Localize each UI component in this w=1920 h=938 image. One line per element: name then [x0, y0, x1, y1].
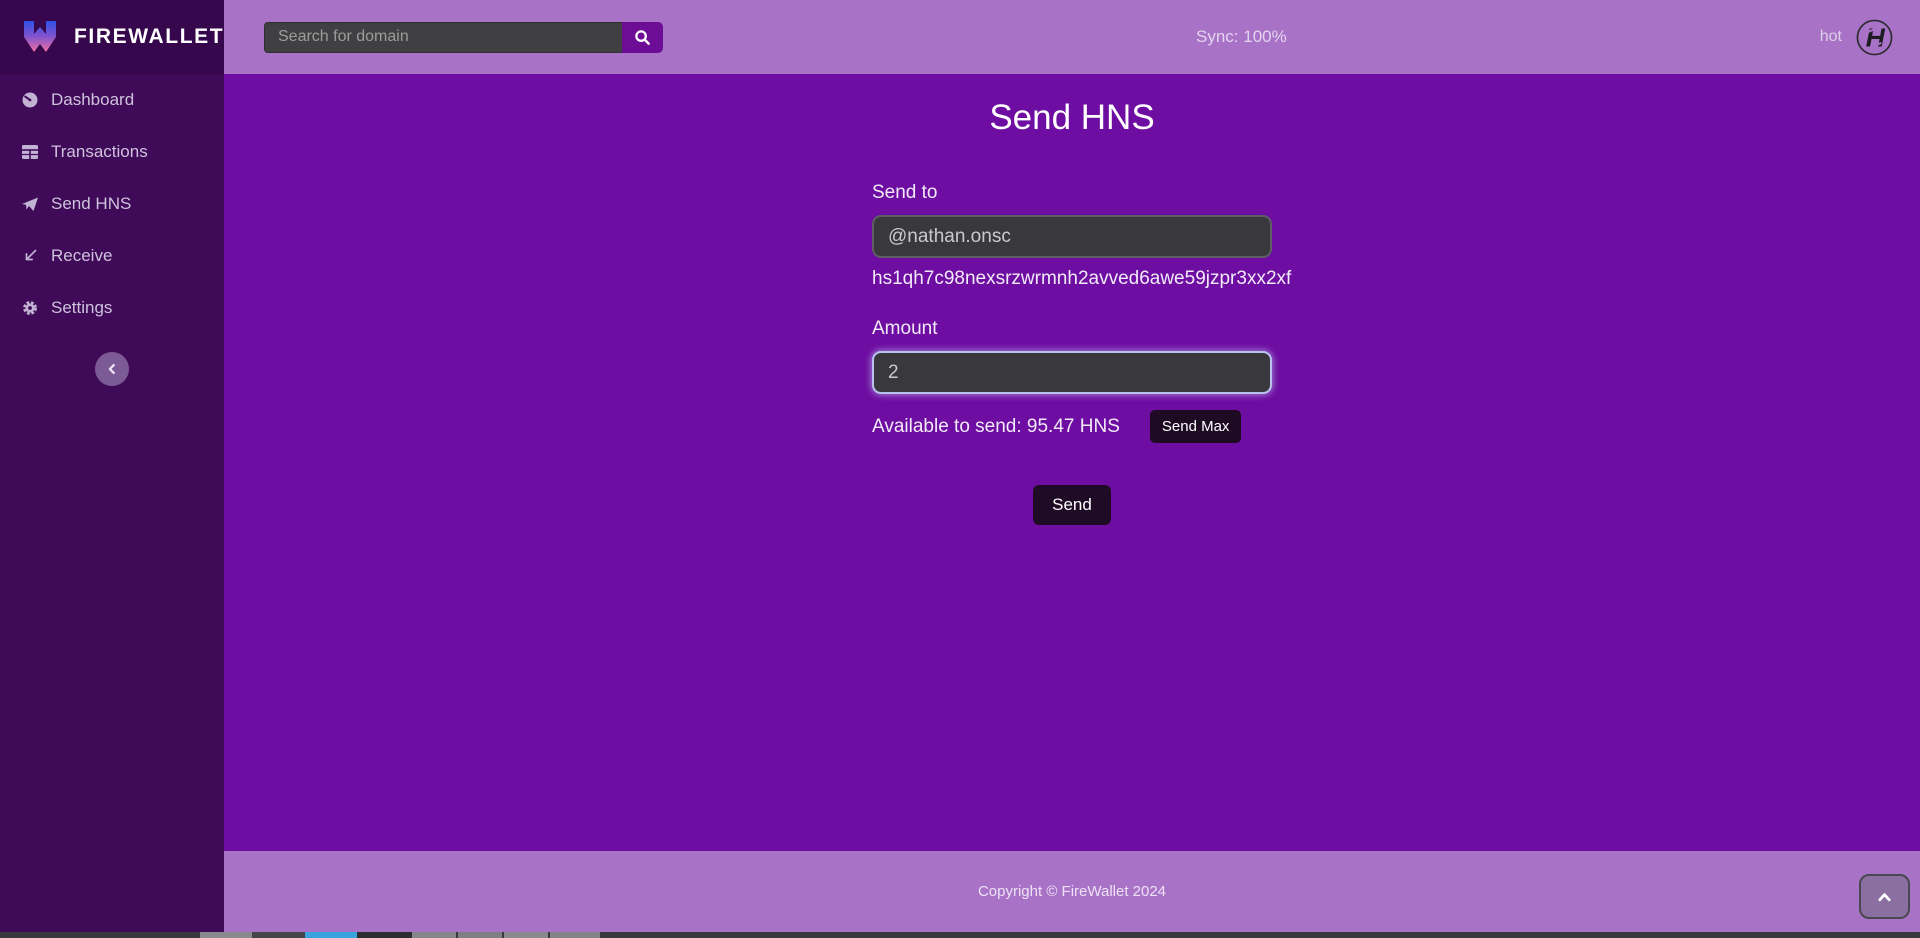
sidebar-item-settings[interactable]: Settings [0, 282, 224, 334]
table-icon [20, 143, 39, 162]
search-icon [634, 29, 651, 46]
available-balance: Available to send: 95.47 HNS [872, 416, 1120, 438]
sidebar-item-label: Send HNS [51, 194, 131, 214]
sidebar-item-label: Settings [51, 298, 112, 318]
chevron-up-icon [1877, 891, 1892, 903]
domain-search [264, 22, 663, 53]
footer: Copyright © FireWallet 2024 [224, 851, 1920, 932]
gauge-icon [20, 91, 39, 110]
taskbar-segment-active [305, 932, 357, 938]
amount-input[interactable] [872, 351, 1272, 394]
sidebar-item-label: Receive [51, 246, 112, 266]
chevron-left-icon [105, 362, 119, 376]
page-title: Send HNS [224, 98, 1920, 138]
send-max-button[interactable]: Send Max [1150, 410, 1242, 443]
handshake-icon: H [1855, 18, 1894, 57]
taskbar-segment [200, 932, 252, 938]
arrow-down-left-icon [20, 247, 39, 266]
wallet-name: hot [1820, 28, 1842, 46]
sidebar-item-receive[interactable]: Receive [0, 230, 224, 282]
taskbar-segment [504, 932, 548, 938]
taskbar-segment [357, 932, 412, 938]
sidebar-item-label: Dashboard [51, 90, 134, 110]
sidebar-nav: Dashboard Transactions Send HNS [0, 74, 224, 334]
brand-header: FIREWALLET [0, 0, 224, 74]
send-row: Send [872, 485, 1272, 525]
taskbar-segment [412, 932, 456, 938]
firewallet-w-logo-icon [20, 18, 60, 56]
sync-status: Sync: 100% [663, 27, 1820, 47]
taskbar-segment [252, 932, 305, 938]
taskbar-segment [458, 932, 502, 938]
resolved-address: hs1qh7c98nexsrzwrmnh2avved6awe59jzpr3xx2… [872, 268, 1272, 290]
sidebar-item-dashboard[interactable]: Dashboard [0, 74, 224, 126]
send-form: Send to hs1qh7c98nexsrzwrmnh2avved6awe59… [872, 182, 1272, 525]
taskbar-strip [0, 932, 1920, 938]
svg-text:H: H [1866, 22, 1886, 52]
gear-icon [20, 299, 39, 318]
topbar: Sync: 100% hot H [224, 0, 1920, 74]
amount-label: Amount [872, 318, 1272, 340]
sidebar-item-transactions[interactable]: Transactions [0, 126, 224, 178]
sidebar-item-send-hns[interactable]: Send HNS [0, 178, 224, 230]
sidebar-item-label: Transactions [51, 142, 148, 162]
scroll-to-top-button[interactable] [1859, 874, 1910, 919]
taskbar-segment [550, 932, 600, 938]
send-button[interactable]: Send [1033, 485, 1111, 525]
available-row: Available to send: 95.47 HNS Send Max [872, 410, 1272, 443]
send-hns-page: Send HNS Send to hs1qh7c98nexsrzwrmnh2av… [224, 74, 1920, 851]
wallet-selector[interactable]: hot H [1820, 18, 1894, 57]
search-button[interactable] [622, 22, 663, 53]
brand-name: FIREWALLET [74, 25, 224, 49]
search-input[interactable] [264, 22, 622, 53]
paper-plane-icon [20, 195, 39, 214]
sidebar-collapse-button[interactable] [95, 352, 129, 386]
send-to-label: Send to [872, 182, 1272, 204]
copyright: Copyright © FireWallet 2024 [978, 883, 1166, 900]
sidebar: FIREWALLET Dashboard Tran [0, 0, 224, 932]
send-to-input[interactable] [872, 215, 1272, 258]
